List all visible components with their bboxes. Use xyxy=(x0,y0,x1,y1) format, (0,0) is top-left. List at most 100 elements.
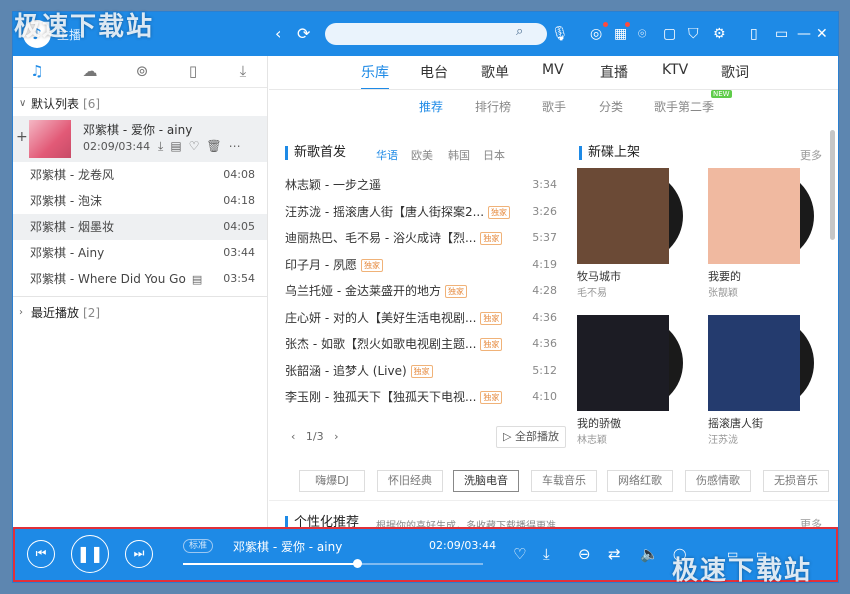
grid-icon[interactable]: ▦ xyxy=(614,25,627,43)
more-link[interactable]: 更多 xyxy=(800,147,822,163)
subtab-recommend[interactable]: 推荐 xyxy=(419,98,443,115)
table-row[interactable]: 乌兰托娅 - 金达莱盛开的地方 独家 4:28 xyxy=(285,278,561,305)
song-title: 迪丽热巴、毛不易 - 浴火成诗【烈... xyxy=(285,231,477,245)
music-icon[interactable]: ♫ xyxy=(25,62,49,80)
group-count: [6] xyxy=(83,97,101,111)
default-list-header[interactable]: ∨ 默认列表 [6] xyxy=(13,92,267,116)
genre-chip[interactable]: 网络红歌 xyxy=(607,470,673,492)
back-icon[interactable]: ‹ xyxy=(275,24,281,44)
song-title: 邓紫棋 - Ainy xyxy=(30,246,105,260)
device-icon[interactable]: ▯ xyxy=(181,62,205,80)
more-icon[interactable]: ⋯ xyxy=(229,139,248,153)
filter-japanese[interactable]: 日本 xyxy=(483,147,505,163)
genre-chip[interactable]: 车载音乐 xyxy=(531,470,597,492)
table-row[interactable]: 李玉刚 - 独孤天下【独孤天下电视... 独家 4:10 xyxy=(285,384,561,411)
genre-chip[interactable]: 洗脑电音 xyxy=(453,470,519,492)
genre-chip[interactable]: 怀旧经典 xyxy=(377,470,443,492)
album-cover xyxy=(577,315,669,411)
album-art xyxy=(577,315,683,411)
pause-button[interactable]: ❚❚ xyxy=(71,535,109,573)
new-badge: NEW xyxy=(711,90,732,98)
cloud-icon[interactable]: ☁ xyxy=(78,62,102,80)
search-icon[interactable]: ⌕ xyxy=(516,24,523,39)
image-icon[interactable]: ▢ xyxy=(663,25,676,43)
tab-ktv[interactable]: KTV xyxy=(662,62,688,78)
search-input[interactable] xyxy=(325,23,547,45)
table-row[interactable]: 印子月 - 夙愿 独家 4:19 xyxy=(285,252,561,279)
genre-chip[interactable]: 伤感情歌 xyxy=(685,470,751,492)
repeat-icon[interactable]: ⇄ xyxy=(608,545,621,563)
recent-list-header[interactable]: › 最近播放 [2] xyxy=(13,301,267,325)
list-item[interactable]: 邓紫棋 - Ainy 03:44 xyxy=(13,240,267,266)
table-row[interactable]: 庄心妍 - 对的人【美好生活电视剧... 独家 4:36 xyxy=(285,305,561,332)
add-icon[interactable]: + xyxy=(16,129,28,145)
volume-icon[interactable]: 🔈 xyxy=(640,545,659,563)
filter-chinese[interactable]: 华语 xyxy=(376,147,398,163)
progress-knob[interactable] xyxy=(353,559,362,568)
table-row[interactable]: 汪苏泷 - 摇滚唐人街【唐人街探案2... 独家 3:26 xyxy=(285,199,561,226)
radio-icon[interactable]: ⊚ xyxy=(130,62,154,80)
tab-live[interactable]: 直播 xyxy=(600,62,628,82)
heart-icon[interactable]: ♡ xyxy=(513,545,526,563)
list-item[interactable]: 邓紫棋 - 烟墨妆 04:05 xyxy=(13,214,267,240)
previous-button[interactable]: ⏮ xyxy=(27,540,55,568)
refresh-icon[interactable]: ⟳ xyxy=(297,24,310,44)
chevron-right-icon[interactable]: › xyxy=(334,430,338,443)
divider xyxy=(13,296,267,297)
genre-chip[interactable]: 嗨爆DJ xyxy=(299,470,365,492)
list-item[interactable]: 邓紫棋 - Where Did You Go ▤ 03:54 xyxy=(13,266,267,292)
table-row[interactable]: 张杰 - 如歌【烈火如歌电视剧主题... 独家 4:36 xyxy=(285,331,561,358)
table-row[interactable]: 张韶涵 - 追梦人 (Live) 独家 5:12 xyxy=(285,358,561,385)
album-card[interactable]: 牧马城市 毛不易 xyxy=(577,168,687,299)
heart-icon[interactable]: ♡ xyxy=(189,139,207,153)
tab-lyrics[interactable]: 歌词 xyxy=(721,62,749,82)
download-icon[interactable]: ⤓ xyxy=(231,62,255,80)
chevron-left-icon[interactable]: ‹ xyxy=(291,430,295,443)
tab-mv[interactable]: MV xyxy=(542,62,564,78)
download-icon[interactable]: ⤓ xyxy=(543,545,550,563)
subtab-categories[interactable]: 分类 xyxy=(599,98,623,115)
download-icon[interactable]: ⤓ xyxy=(158,139,170,153)
personal-subtitle: 根据你的喜好生成，多收藏下载播得更准 xyxy=(376,521,556,527)
pager: ‹ 1/3 › xyxy=(291,430,339,443)
minimize-icon[interactable]: — xyxy=(797,25,811,43)
subtab-singer-season2[interactable]: 歌手第二季 xyxy=(654,98,714,115)
notification-dot xyxy=(625,22,630,27)
filter-western[interactable]: 欧美 xyxy=(411,147,433,163)
close-icon[interactable]: ✕ xyxy=(816,25,828,43)
notification-dot xyxy=(603,22,608,27)
more-icon[interactable]: ⊖ xyxy=(578,545,591,563)
scrollbar[interactable] xyxy=(830,130,835,240)
subtab-charts[interactable]: 排行榜 xyxy=(475,98,511,115)
subtab-artists[interactable]: 歌手 xyxy=(542,98,566,115)
play-all-button[interactable]: ▷ 全部播放 xyxy=(496,426,566,448)
miniplayer-icon[interactable]: ▭ xyxy=(775,25,788,43)
now-playing-item[interactable]: + 邓紫棋 - 爱你 - ainy 02:09/03:44 ⤓▤♡🗑⋯ xyxy=(13,116,267,162)
delete-icon[interactable]: 🗑 xyxy=(206,139,228,153)
list-item[interactable]: 邓紫棋 - 泡沫 04:18 xyxy=(13,188,267,214)
mic-icon[interactable]: 🎙 xyxy=(551,25,569,43)
album-card[interactable]: 我要的 张靓颖 xyxy=(708,168,818,299)
album-card[interactable]: 摇滚唐人街 汪苏泷 xyxy=(708,315,818,446)
record-icon[interactable]: ◎ xyxy=(590,25,602,43)
more-link[interactable]: 更多 xyxy=(800,516,822,527)
tab-library[interactable]: 乐库 xyxy=(361,62,389,90)
genre-chip[interactable]: 无损音乐 xyxy=(763,470,829,492)
phone-icon[interactable]: ▯ xyxy=(750,25,758,43)
list-item[interactable]: 邓紫棋 - 龙卷风 04:08 xyxy=(13,162,267,188)
table-row[interactable]: 林志颖 - 一步之遥 3:34 xyxy=(285,172,561,199)
gear-icon[interactable]: ⚙ xyxy=(713,25,726,43)
filter-korean[interactable]: 韩国 xyxy=(448,147,470,163)
gamepad-icon[interactable]: ⌾ xyxy=(638,25,646,43)
album-cover xyxy=(708,315,800,411)
tab-playlist[interactable]: 歌单 xyxy=(481,62,509,82)
album-card[interactable]: 我的骄傲 林志颖 xyxy=(577,315,687,446)
shirt-icon[interactable]: ⛉ xyxy=(688,25,699,43)
progress-bar[interactable] xyxy=(183,559,483,568)
next-button[interactable]: ⏭ xyxy=(125,540,153,568)
quality-badge[interactable]: 标准 xyxy=(183,539,214,553)
mv-icon[interactable]: ▤ xyxy=(192,273,202,286)
tab-radio[interactable]: 电台 xyxy=(420,62,448,82)
table-row[interactable]: 迪丽热巴、毛不易 - 浴火成诗【烈... 独家 5:37 xyxy=(285,225,561,252)
mv-icon[interactable]: ▤ xyxy=(170,139,188,153)
